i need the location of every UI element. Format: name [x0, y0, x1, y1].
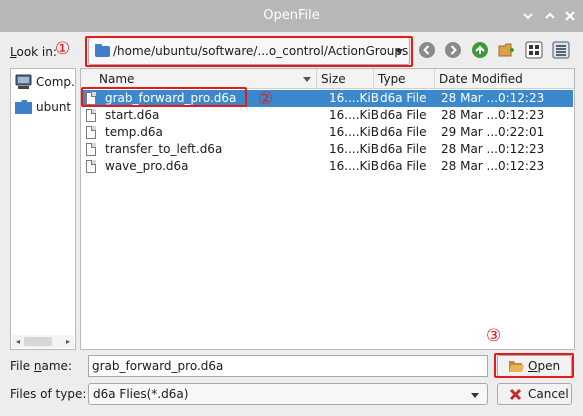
file-type: d6a File [380, 125, 427, 139]
title-bar[interactable]: OpenFile [0, 0, 583, 32]
file-icon [86, 143, 96, 156]
annotation-marker-1: ① [55, 39, 71, 59]
file-date-modified: 28 Mar ...0:12:23 [441, 108, 545, 122]
table-row[interactable]: temp.d6a 16....KiB d6a File 29 Mar ...0:… [82, 124, 573, 141]
cancel-x-icon [509, 388, 522, 401]
file-type-value: d6a Flies(*.d6a) [93, 387, 189, 401]
column-header-label: Date Modified [439, 72, 523, 86]
file-name-label: File name: [10, 359, 72, 373]
file-name: temp.d6a [105, 125, 163, 139]
file-name: transfer_to_left.d6a [105, 142, 223, 156]
new-folder-icon[interactable] [498, 41, 516, 59]
cancel-button-label: Cancel [528, 387, 569, 401]
file-type: d6a File [380, 108, 427, 122]
chevron-down-icon[interactable] [521, 9, 535, 23]
file-icon [86, 109, 96, 122]
file-icon [86, 126, 96, 139]
column-header-label: Type [378, 72, 406, 86]
detail-view-icon[interactable] [552, 41, 570, 59]
sidebar-item-ubuntu[interactable]: ubunt [14, 98, 76, 116]
chevron-up-icon[interactable] [543, 9, 557, 23]
file-name-input[interactable]: grab_forward_pro.d6a [88, 355, 488, 377]
file-size: 16....KiB [329, 142, 379, 156]
sidebar-horizontal-scrollbar[interactable]: ◂ ▸ [12, 335, 74, 348]
file-date-modified: 28 Mar ...0:12:23 [441, 159, 545, 173]
file-size: 16....KiB [329, 125, 379, 139]
selected-file-highlight [81, 87, 247, 107]
column-header-type[interactable]: Type [374, 69, 435, 89]
open-button-highlight [494, 353, 574, 378]
column-header-date-modified[interactable]: Date Modified [435, 69, 574, 89]
cancel-button[interactable]: Cancel [497, 383, 572, 405]
sidebar-item-label: Comp... [36, 75, 76, 89]
file-name: wave_pro.d6a [105, 159, 189, 173]
table-row[interactable]: transfer_to_left.d6a 16....KiB d6a File … [82, 141, 573, 158]
file-type-combobox[interactable]: d6a Flies(*.d6a) [88, 383, 488, 405]
table-row[interactable]: start.d6a 16....KiB d6a File 28 Mar ...0… [82, 107, 573, 124]
column-header-label: Size [321, 72, 346, 86]
sidebar[interactable]: Comp... ubunt ◂ ▸ [10, 68, 76, 350]
file-type-label: Files of type: [10, 387, 87, 401]
forward-icon[interactable] [444, 41, 462, 59]
look-in-highlight [85, 36, 413, 67]
annotation-marker-2: ② [258, 89, 274, 109]
parent-directory-icon[interactable] [471, 41, 489, 59]
file-list[interactable]: Name Size Type Date Modified grab_forwar… [80, 68, 575, 350]
file-type: d6a File [380, 159, 427, 173]
scroll-left-icon[interactable]: ◂ [13, 336, 23, 347]
file-size: 16....KiB [329, 108, 379, 122]
annotation-marker-3: ③ [486, 326, 502, 346]
file-type: d6a File [380, 91, 427, 105]
column-header-label: Name [99, 72, 135, 86]
sidebar-item-computer[interactable]: Comp... [14, 73, 76, 91]
folder-icon [15, 100, 32, 114]
scrollbar-thumb[interactable] [24, 337, 52, 346]
computer-icon [15, 74, 32, 89]
back-icon[interactable] [418, 41, 436, 59]
file-type: d6a File [380, 142, 427, 156]
window-title: OpenFile [263, 8, 320, 23]
file-date-modified: 29 Mar ...0:22:01 [441, 125, 545, 139]
file-list-header: Name Size Type Date Modified [81, 69, 574, 89]
file-size: 16....KiB [329, 91, 379, 105]
column-header-name[interactable]: Name [81, 69, 317, 89]
file-icon [86, 160, 96, 173]
list-view-icon[interactable] [525, 41, 543, 59]
file-size: 16....KiB [329, 159, 379, 173]
sidebar-item-label: ubunt [36, 100, 72, 114]
column-header-size[interactable]: Size [317, 69, 374, 89]
file-date-modified: 28 Mar ...0:12:23 [441, 142, 545, 156]
scroll-right-icon[interactable]: ▸ [63, 336, 73, 347]
close-icon[interactable] [563, 9, 577, 23]
file-name: start.d6a [105, 108, 160, 122]
table-row[interactable]: wave_pro.d6a 16....KiB d6a File 28 Mar .… [82, 158, 573, 175]
look-in-label: Look in: [10, 45, 57, 59]
dropdown-arrow-icon [471, 393, 479, 398]
sort-arrow-icon [303, 77, 311, 82]
file-date-modified: 28 Mar ...0:12:23 [441, 91, 545, 105]
